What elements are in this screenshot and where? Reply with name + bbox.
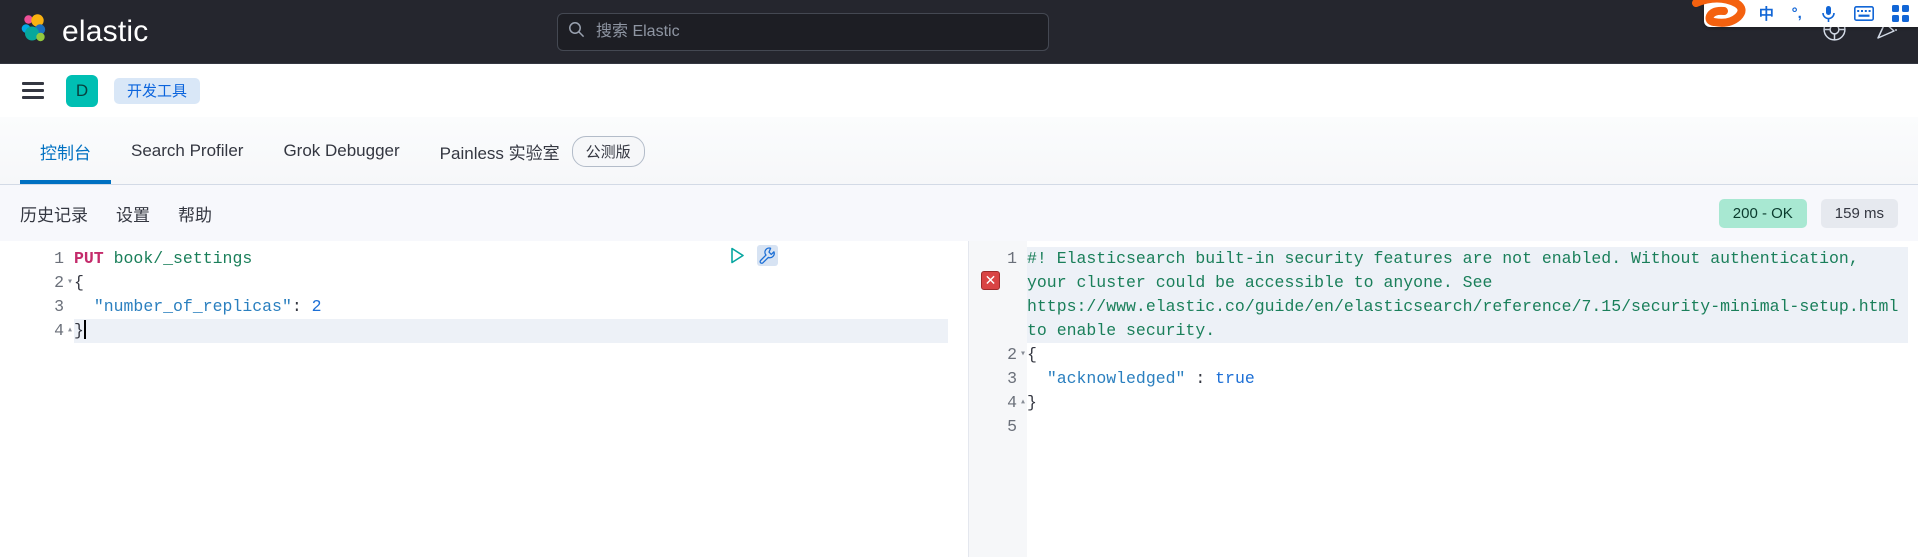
history-button[interactable]: 历史记录: [20, 201, 88, 226]
tab-painless-lab[interactable]: Painless 实验室 公测版: [420, 118, 665, 184]
code-token: :: [291, 297, 312, 316]
fold-toggle-icon[interactable]: ▴: [63, 319, 73, 343]
code-line: PUT book/_settings: [74, 247, 948, 271]
request-actions: [728, 245, 778, 266]
line-number: 4 ▴: [969, 391, 1027, 415]
code-token: }: [74, 321, 84, 340]
code-token: :: [1185, 369, 1216, 388]
code-token: {: [1027, 345, 1037, 364]
code-token: }: [1027, 393, 1037, 412]
fold-toggle-icon[interactable]: ▴: [1016, 391, 1026, 415]
line-number: 1: [54, 249, 64, 268]
text-caret: [83, 320, 86, 339]
pane-divider[interactable]: [948, 241, 968, 557]
voice-input-icon[interactable]: [1811, 0, 1846, 27]
status-badge: 200 - OK: [1718, 198, 1807, 228]
line-number: 3: [1007, 369, 1017, 388]
app-header: elastic: [0, 0, 1918, 64]
breadcrumb-bar: D 开发工具: [0, 64, 1918, 117]
sogou-logo-icon[interactable]: [1692, 0, 1750, 27]
response-status-group: 200 - OK 159 ms: [1718, 198, 1898, 228]
tab-search-profiler-label: Search Profiler: [131, 141, 244, 160]
code-token: book/_settings: [113, 249, 253, 268]
request-code[interactable]: PUT book/_settings { "number_of_replicas"…: [74, 247, 948, 343]
fold-toggle-icon[interactable]: ▾: [1016, 343, 1026, 367]
hamburger-line: [22, 89, 44, 92]
brand-name: elastic: [62, 14, 149, 48]
send-request-icon[interactable]: [728, 246, 747, 265]
code-token: PUT: [74, 249, 104, 268]
code-line: }: [74, 319, 948, 343]
code-token: #! Elasticsearch built-in security featu…: [1027, 249, 1909, 340]
menu-toggle-icon[interactable]: [16, 74, 50, 108]
console-toolbar: 历史记录 设置 帮助 200 - OK 159 ms: [0, 185, 1918, 241]
help-button[interactable]: 帮助: [178, 201, 212, 226]
elastic-brand[interactable]: elastic: [16, 11, 148, 52]
global-search-box[interactable]: [557, 12, 1049, 51]
dev-tools-tabs: 控制台 Search Profiler Grok Debugger Painle…: [0, 117, 1918, 185]
ime-toolbar[interactable]: 中 °,: [1692, 0, 1918, 27]
fold-toggle-icon[interactable]: ▾: [63, 271, 73, 295]
line-number: 5: [1007, 417, 1017, 436]
hamburger-line: [22, 82, 44, 85]
code-line: {: [1027, 343, 1908, 367]
global-search[interactable]: [557, 12, 1049, 51]
line-number: 4 ▴: [0, 319, 74, 343]
code-token: 2: [311, 297, 322, 316]
punctuation-mode-icon[interactable]: °,: [1783, 0, 1811, 27]
soft-keyboard-icon[interactable]: [1845, 0, 1883, 27]
tab-search-profiler[interactable]: Search Profiler: [111, 118, 263, 184]
breadcrumb-item-dev-tools[interactable]: 开发工具: [114, 77, 201, 104]
response-line-numbers: ✕ 1 2 ▾ 3 4 ▴ 5: [969, 241, 1027, 557]
line-number: 3: [54, 297, 64, 316]
code-line: #! Elasticsearch built-in security featu…: [1027, 247, 1908, 343]
elastic-logo-icon: [16, 11, 52, 52]
code-token: {: [74, 273, 84, 292]
code-token: "number_of_replicas": [93, 297, 292, 316]
search-input[interactable]: [594, 21, 1038, 42]
chinese-mode-icon[interactable]: 中: [1750, 0, 1783, 27]
request-line-numbers: 1 2 ▾ 3 4 ▴: [0, 241, 74, 557]
code-token: true: [1215, 369, 1255, 388]
code-line: "number_of_replicas": 2: [74, 295, 948, 319]
line-number: 1: [1007, 249, 1017, 268]
code-line: }: [1027, 391, 1908, 415]
settings-button[interactable]: 设置: [116, 201, 150, 226]
line-number: 2 ▾: [969, 343, 1027, 367]
duration-badge: 159 ms: [1820, 198, 1898, 228]
code-line: "acknowledged" : true: [1027, 367, 1908, 391]
tab-console[interactable]: 控制台: [20, 118, 111, 184]
search-icon: [568, 21, 585, 43]
toolbox-icon[interactable]: [1883, 0, 1918, 27]
response-code: #! Elasticsearch built-in security featu…: [1027, 247, 1908, 439]
beta-badge: 公测版: [571, 135, 645, 167]
response-editor[interactable]: ✕ 1 2 ▾ 3 4 ▴ 5 #! Elasticsearch built-in secu…: [968, 241, 1918, 557]
tab-grok-debugger-label: Grok Debugger: [283, 141, 400, 160]
space-avatar[interactable]: D: [66, 74, 98, 107]
code-token: "acknowledged": [1046, 369, 1186, 388]
tab-console-label: 控制台: [40, 143, 91, 163]
hamburger-line: [22, 96, 44, 99]
console-panes: 1 2 ▾ 3 4 ▴ PUT book/_settings{ "number_of_re…: [0, 241, 1918, 557]
line-number: 2 ▾: [0, 271, 74, 295]
tab-grok-debugger[interactable]: Grok Debugger: [263, 118, 419, 184]
request-editor[interactable]: 1 2 ▾ 3 4 ▴ PUT book/_settings{ "number_of_re…: [0, 241, 948, 557]
wrench-icon[interactable]: [757, 245, 778, 266]
code-line: {: [74, 271, 948, 295]
tab-painless-lab-label: Painless 实验室: [439, 143, 560, 163]
